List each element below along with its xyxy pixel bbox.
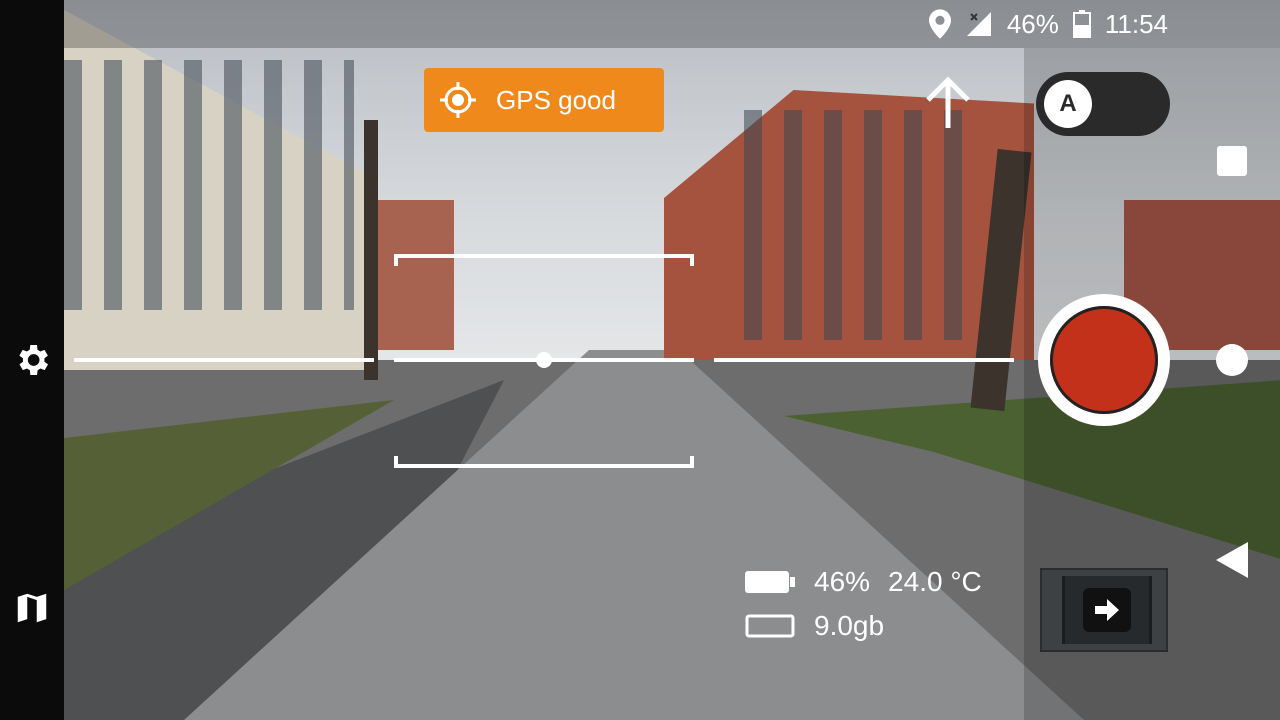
battery-icon [1072, 10, 1091, 38]
device-info: 46% 24.0 °C 9.0gb [744, 560, 982, 648]
gps-status-label: GPS good [496, 84, 616, 115]
crosshair-icon [440, 82, 476, 118]
auto-mode-toggle[interactable]: A [1036, 72, 1170, 136]
mode-knob: A [1044, 80, 1092, 128]
arrow-up-icon[interactable] [922, 74, 974, 130]
map-icon[interactable] [10, 586, 54, 630]
frame-guide-top [394, 254, 694, 266]
capture-dot-button[interactable] [1216, 344, 1248, 376]
gps-status-badge[interactable]: GPS good [424, 68, 664, 132]
status-icons: 46% 11:54 [928, 8, 1168, 40]
arrow-right-icon [1095, 599, 1119, 621]
next-button-frame[interactable] [1040, 568, 1168, 652]
signal-icon [966, 12, 991, 36]
stop-button[interactable] [1217, 146, 1247, 176]
frame-guide-bottom [394, 456, 694, 468]
battery-percent: 46% [1006, 8, 1059, 39]
record-button[interactable] [1038, 294, 1170, 426]
clock: 11:54 [1104, 8, 1168, 39]
left-rail [0, 0, 64, 720]
horizon-line-left [74, 358, 374, 362]
next-button-bay [1062, 576, 1152, 644]
settings-icon[interactable] [10, 338, 54, 382]
battery-readout: 46% [814, 566, 871, 597]
location-icon [928, 9, 951, 39]
storage-icon [745, 614, 795, 638]
horizon-line-right [714, 358, 1014, 362]
back-triangle-icon[interactable] [1214, 540, 1250, 580]
level-indicator [536, 352, 552, 368]
record-indicator [1050, 306, 1158, 414]
battery-full-icon [745, 571, 795, 593]
storage-readout: 9.0gb [814, 610, 885, 641]
status-bar: 46% 11:54 [64, 0, 1280, 48]
arrow-right-key[interactable] [1083, 588, 1131, 632]
temperature-readout: 24.0 °C [888, 566, 982, 597]
